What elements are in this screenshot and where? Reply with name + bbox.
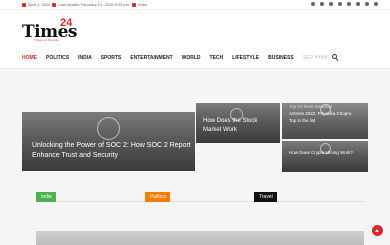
google-icon[interactable] [329, 2, 333, 6]
top-bar: April 1, 2025 Last Update February 21, 2… [0, 0, 390, 10]
article-thumbnail[interactable] [36, 231, 146, 245]
nav-home[interactable]: HOME [22, 55, 37, 61]
nav-business[interactable]: BUSINESS [268, 55, 294, 61]
calendar-icon [22, 2, 26, 7]
article-thumbnail[interactable] [145, 231, 255, 245]
nav-seo[interactable]: SEO ₹₹₹₹ [303, 55, 328, 61]
youtube-icon[interactable] [347, 2, 351, 6]
right-top-article-title[interactable]: Top 10 Most Beautiful Actress 2022, Priy… [289, 103, 367, 124]
middle-article-card[interactable]: How Does the Stock Market Work [196, 103, 280, 143]
nav-india[interactable]: INDIA [78, 55, 92, 61]
scroll-to-top-button[interactable] [372, 225, 383, 236]
category-label-travel[interactable]: Travel [254, 192, 277, 202]
site-logo[interactable]: Times 24 Times of People [22, 17, 77, 44]
arrow-up-icon [375, 229, 379, 232]
search-icon[interactable] [332, 54, 339, 62]
current-date: April 1, 2025 [22, 2, 50, 7]
nav-entertainment[interactable]: ENTERTAINMENT [130, 55, 172, 61]
date-text: April 1, 2025 [28, 2, 51, 7]
clock-icon [52, 2, 56, 7]
right-top-article-card[interactable]: Top 10 Most Beautiful Actress 2022, Priy… [282, 103, 368, 139]
category-label-india[interactable]: India [36, 192, 56, 202]
title-line-2: Actress 2022, Priyanka Chopra [289, 111, 352, 116]
right-bottom-article-title[interactable]: How Does Crypto Mining Work? [289, 149, 367, 156]
loading-spinner-icon [97, 117, 120, 140]
title-line-3: Top in the list [289, 118, 316, 123]
right-bottom-article-card[interactable]: How Does Crypto Mining Work? [282, 141, 368, 172]
hero-article-card[interactable]: Unlocking the Power of SOC 2: How SOC 2 … [22, 112, 195, 171]
hero-article-title[interactable]: Unlocking the Power of SOC 2: How SOC 2 … [32, 141, 192, 161]
article-thumbnail[interactable] [254, 231, 364, 245]
main-nav: HOME POLITICS INDIA SPORTS ENTERTAINMENT… [0, 47, 390, 69]
middle-article-title[interactable]: How Does the Stock Market Work [203, 117, 277, 135]
category-section-travel: Travel [254, 190, 364, 245]
last-update-text: Last Update February 21, 2025 8:03 pm [58, 2, 129, 7]
location-text: India [138, 2, 147, 7]
category-section-india: India [36, 190, 146, 245]
rss-icon[interactable] [374, 2, 378, 6]
last-update: Last Update February 21, 2025 8:03 pm [52, 2, 129, 7]
twitter-icon[interactable] [320, 2, 324, 6]
nav-politics[interactable]: POLITICS [46, 55, 69, 61]
nav-lifestyle[interactable]: LIFESTYLE [232, 55, 259, 61]
nav-world[interactable]: WORLD [182, 55, 201, 61]
location-icon [132, 2, 136, 7]
category-section-politics: Politics [145, 190, 255, 245]
social-links [311, 2, 378, 6]
pinterest-icon[interactable] [356, 2, 360, 6]
logo-tagline: Times of People [34, 38, 59, 42]
logo-number: 24 [60, 17, 73, 29]
title-line-1: Top 10 Most Beautiful [289, 104, 333, 109]
linkedin-icon[interactable] [338, 2, 342, 6]
facebook-icon[interactable] [311, 2, 315, 6]
site-header: Times 24 Times of People [0, 10, 390, 47]
location: India [132, 2, 147, 7]
nav-sports[interactable]: SPORTS [101, 55, 122, 61]
category-label-politics[interactable]: Politics [145, 192, 170, 202]
nav-tech[interactable]: TECH [210, 55, 224, 61]
instagram-icon[interactable] [365, 2, 369, 6]
